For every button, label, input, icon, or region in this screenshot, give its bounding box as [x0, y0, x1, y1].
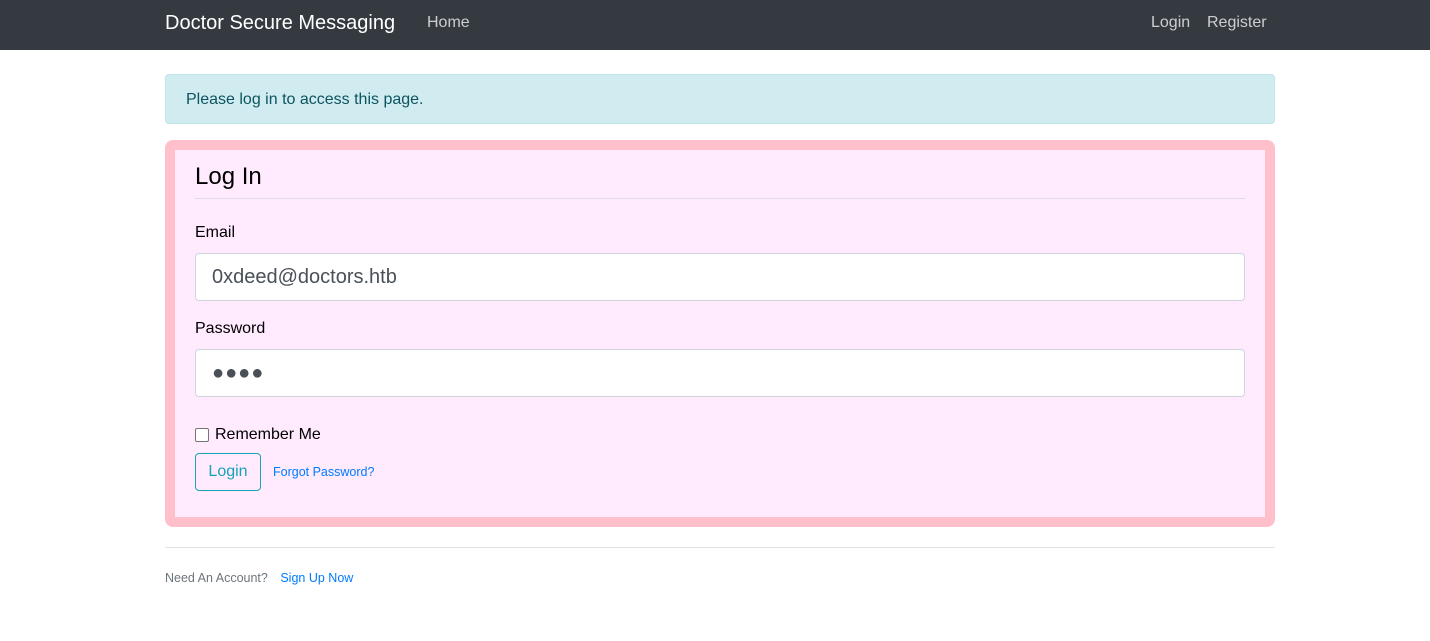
forgot-password-link[interactable]: Forgot Password? [273, 464, 374, 480]
top-navbar: Doctor Secure Messaging Home Login Regis… [0, 0, 1430, 50]
email-label: Email [195, 224, 236, 241]
form-legend: Log In [195, 162, 1245, 199]
nav-register-link[interactable]: Register [1207, 13, 1267, 33]
remember-row: Remember Me [195, 425, 321, 445]
alert-message: Please log in to access this page. [186, 91, 424, 108]
password-label: Password [195, 320, 266, 337]
password-field[interactable]: ●●●● [195, 349, 1245, 397]
remember-checkbox[interactable] [195, 428, 209, 442]
signup-prompt-row: Need An Account? Sign Up Now [165, 570, 353, 586]
login-button[interactable]: Login [195, 453, 261, 491]
email-field[interactable] [195, 253, 1245, 301]
footer-divider [165, 547, 1275, 548]
info-alert: Please log in to access this page. [165, 74, 1275, 124]
password-value: ●●●● [212, 361, 265, 384]
nav-home-link[interactable]: Home [427, 13, 470, 33]
brand-link[interactable]: Doctor Secure Messaging [165, 11, 395, 35]
nav-login-link[interactable]: Login [1151, 13, 1190, 33]
remember-label[interactable]: Remember Me [215, 425, 321, 445]
login-card: Log In Email Password ●●●● Remember Me L… [165, 140, 1275, 527]
signup-link[interactable]: Sign Up Now [280, 571, 353, 585]
signup-prompt: Need An Account? [165, 571, 268, 585]
